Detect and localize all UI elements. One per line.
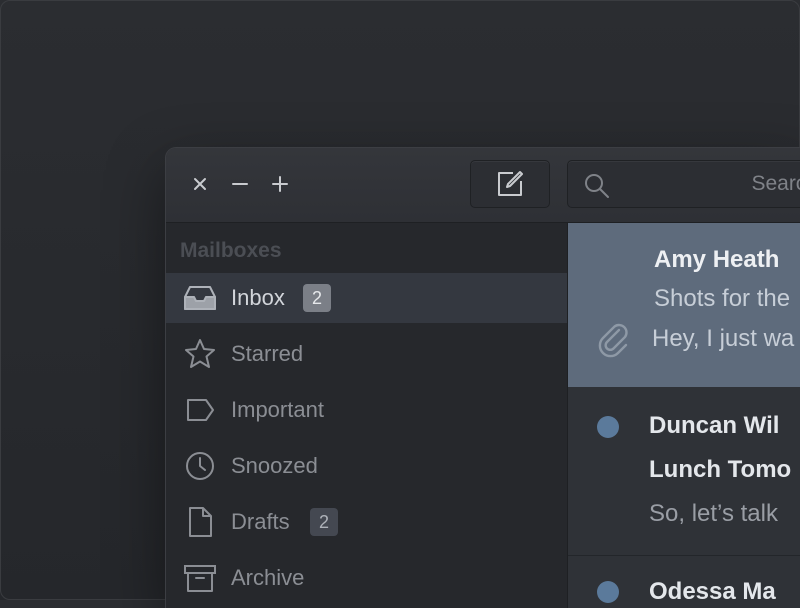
sidebar-item-label: Snoozed (231, 453, 318, 478)
search-icon (585, 174, 609, 198)
close-window-button[interactable] (188, 172, 212, 196)
maximize-window-button[interactable] (268, 172, 292, 196)
attachment-icon (598, 323, 628, 358)
star-icon (185, 339, 215, 368)
minimize-icon (232, 183, 248, 185)
search-box[interactable] (567, 160, 800, 208)
sidebar-item-inbox[interactable]: Inbox 2 (166, 273, 567, 323)
mail-window: Mailboxes Inbox 2 Starred Important (166, 148, 800, 608)
message-sender: Amy Heath (654, 246, 780, 273)
sidebar-item-important[interactable]: Important (166, 385, 567, 435)
message-preview: Hey, I just wa (652, 325, 795, 352)
draft-icon (189, 507, 212, 537)
close-icon (194, 178, 206, 190)
message-subject: Lunch Tomo (649, 456, 792, 483)
message-item[interactable]: Amy Heath Shots for the Hey, I just wa (568, 223, 800, 387)
drafts-count-badge: 2 (310, 508, 338, 536)
message-list: Amy Heath Shots for the Hey, I just wa D… (567, 223, 800, 608)
sidebar-item-label: Drafts (231, 509, 290, 534)
sidebar-item-archive[interactable]: Archive (166, 553, 567, 603)
compose-button[interactable] (470, 160, 550, 208)
sidebar: Mailboxes Inbox 2 Starred Important Snoo… (166, 223, 567, 608)
message-preview: So, let’s talk (649, 500, 778, 527)
sidebar-item-label: Inbox (231, 285, 285, 310)
archive-icon (184, 565, 216, 592)
sidebar-item-snoozed[interactable]: Snoozed (166, 441, 567, 491)
plus-icon (272, 176, 288, 192)
sidebar-item-drafts[interactable]: Drafts 2 (166, 497, 567, 547)
inbox-icon (184, 286, 216, 310)
minimize-window-button[interactable] (228, 172, 252, 196)
compose-icon (498, 171, 523, 196)
message-item[interactable]: Odessa Ma (568, 556, 800, 608)
label-icon (187, 399, 214, 421)
message-sender: Duncan Wil (649, 412, 780, 439)
sidebar-item-starred[interactable]: Starred (166, 329, 567, 379)
titlebar (166, 148, 800, 223)
clock-icon (186, 452, 214, 480)
sidebar-heading: Mailboxes (180, 239, 282, 262)
unread-count-badge: 2 (303, 284, 331, 312)
message-subject: Shots for the (654, 285, 791, 312)
message-sender: Odessa Ma (649, 578, 776, 605)
search-input[interactable] (618, 161, 800, 207)
sidebar-item-label: Important (231, 397, 324, 422)
unread-indicator (597, 416, 619, 438)
sidebar-item-label: Starred (231, 341, 304, 366)
sidebar-item-label: Archive (231, 565, 305, 590)
message-item[interactable]: Duncan Wil Lunch Tomo So, let’s talk (568, 387, 800, 555)
